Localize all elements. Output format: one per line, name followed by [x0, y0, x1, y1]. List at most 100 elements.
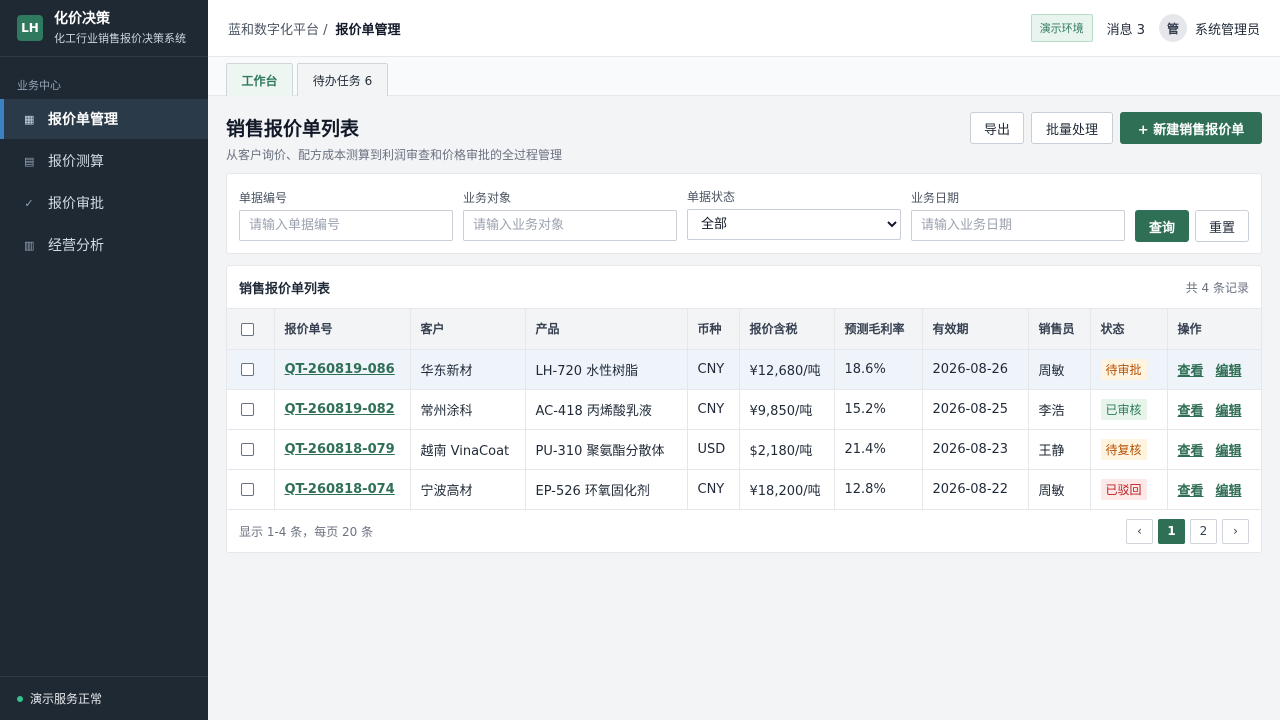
select-all-checkbox[interactable] [241, 322, 254, 336]
sidebar-item-label: 报价测算 [48, 154, 104, 170]
filter-status-select[interactable]: 全部 [687, 209, 901, 240]
margin-cell: 12.8% [834, 469, 923, 510]
batch-button[interactable]: 批量处理 [1031, 112, 1113, 144]
salesperson-cell: 周敏 [1028, 469, 1091, 510]
product-cell: EP-526 环氧固化剂 [525, 469, 688, 510]
quote-table: 报价单号 客户 产品 币种 报价含税 预测毛利率 有效期 销售员 状态 操作 Q… [227, 309, 1261, 510]
brand-subtitle: 化工行业销售报价决策系统 [54, 31, 186, 45]
reset-button[interactable]: 重置 [1195, 210, 1249, 242]
column-header: 报价单号 [274, 309, 411, 350]
order-no-cell: QT-260819-082 [274, 389, 411, 430]
price-cell: ¥12,680/吨 [739, 349, 835, 390]
view-link[interactable]: 查看 [1178, 364, 1204, 379]
valid-date-cell: 2026-08-26 [922, 349, 1029, 390]
prev-page-button[interactable]: ‹ [1126, 518, 1153, 544]
list-header: 销售报价单列表 共 4 条记录 [227, 266, 1261, 309]
table-row[interactable]: QT-260818-074 宁波高材 EP-526 环氧固化剂 CNY ¥18,… [227, 469, 1261, 510]
query-button[interactable]: 查询 [1135, 210, 1189, 242]
sidebar-item-label: 报价审批 [48, 196, 104, 212]
tab-bar: 工作台 待办任务 6 [208, 57, 1280, 96]
page-button-1[interactable]: 1 [1158, 518, 1185, 544]
margin-cell: 15.2% [834, 389, 923, 430]
sidebar-item-analysis[interactable]: ▥ 经营分析 [0, 225, 208, 265]
view-link[interactable]: 查看 [1178, 444, 1204, 459]
sidebar-item-calc[interactable]: ▤ 报价测算 [0, 141, 208, 181]
list-footer: 显示 1-4 条，每页 20 条 ‹ 1 2 › [227, 510, 1261, 553]
filter-date-label: 业务日期 [911, 191, 960, 205]
order-no-link[interactable]: QT-260818-079 [285, 442, 395, 457]
list-icon: ▤ [24, 154, 35, 168]
tab-todo[interactable]: 待办任务 6 [297, 63, 388, 96]
status-cell: 已驳回 [1090, 469, 1168, 510]
filter-object-label: 业务对象 [463, 191, 512, 205]
view-link[interactable]: 查看 [1178, 484, 1204, 499]
order-no-cell: QT-260818-079 [274, 429, 411, 470]
status-cell: 待审批 [1090, 349, 1168, 390]
row-checkbox[interactable] [241, 402, 254, 416]
row-select-cell [227, 389, 275, 430]
status-badge: 已审核 [1100, 398, 1147, 420]
order-no-cell: QT-260818-074 [274, 469, 411, 510]
table-row[interactable]: QT-260819-082 常州涂科 AC-418 丙烯酸乳液 CNY ¥9,8… [227, 389, 1261, 430]
pagination: ‹ 1 2 › [1121, 518, 1249, 544]
table-row[interactable]: QT-260818-079 越南 VinaCoat PU-310 聚氨酯分散体 … [227, 429, 1261, 470]
create-quote-button[interactable]: + 新建销售报价单 [1120, 112, 1262, 144]
currency-cell: CNY [687, 469, 740, 510]
status-cell: 已审核 [1090, 389, 1168, 430]
breadcrumb-root[interactable]: 蓝和数字化平台 / [228, 19, 328, 38]
valid-date-cell: 2026-08-22 [922, 469, 1029, 510]
filter-no-input[interactable] [239, 210, 453, 241]
sidebar-item-label: 报价单管理 [48, 112, 118, 128]
column-header: 币种 [687, 309, 740, 350]
row-checkbox[interactable] [241, 442, 254, 456]
view-link[interactable]: 查看 [1178, 404, 1204, 419]
price-cell: ¥18,200/吨 [739, 469, 835, 510]
column-header: 操作 [1167, 309, 1261, 350]
row-checkbox[interactable] [241, 362, 254, 376]
currency-cell: CNY [687, 349, 740, 390]
product-cell: LH-720 水性树脂 [525, 349, 688, 390]
column-header: 状态 [1090, 309, 1168, 350]
sidebar-item-approval[interactable]: ✓ 报价审批 [0, 183, 208, 223]
customer-cell: 宁波高材 [410, 469, 526, 510]
sidebar-item-quotes[interactable]: ▦ 报价单管理 [0, 99, 208, 139]
valid-date-cell: 2026-08-25 [922, 389, 1029, 430]
edit-link[interactable]: 编辑 [1216, 444, 1242, 459]
page-button-2[interactable]: 2 [1190, 518, 1217, 544]
messages-link[interactable]: 消息 3 [1107, 19, 1145, 38]
list-title: 销售报价单列表 [239, 281, 331, 297]
tab-workbench[interactable]: 工作台 [226, 63, 293, 96]
edit-link[interactable]: 编辑 [1216, 404, 1242, 419]
order-no-link[interactable]: QT-260819-082 [285, 402, 395, 417]
order-no-link[interactable]: QT-260818-074 [285, 482, 395, 497]
topbar: 蓝和数字化平台 / 报价单管理 演示环境 消息 3 管 系统管理员 [208, 0, 1280, 57]
next-page-button[interactable]: › [1222, 518, 1249, 544]
table-row[interactable]: QT-260819-086 华东新材 LH-720 水性树脂 CNY ¥12,6… [227, 349, 1261, 390]
brand: LH 化价决策 化工行业销售报价决策系统 [0, 0, 208, 57]
status-badge: 已驳回 [1100, 478, 1147, 500]
edit-link[interactable]: 编辑 [1216, 484, 1242, 499]
user-name[interactable]: 系统管理员 [1195, 19, 1260, 38]
customer-cell: 越南 VinaCoat [410, 429, 526, 470]
export-button[interactable]: 导出 [970, 112, 1024, 144]
order-no-cell: QT-260819-086 [274, 349, 411, 390]
actions-cell: 查看 编辑 [1167, 389, 1261, 430]
sidebar: LH 化价决策 化工行业销售报价决策系统 业务中心 ▦ 报价单管理 ▤ 报价测算… [0, 0, 208, 720]
breadcrumb-current: 报价单管理 [335, 22, 401, 38]
margin-cell: 18.6% [834, 349, 923, 390]
row-checkbox[interactable] [241, 482, 254, 496]
status-badge: 待复核 [1100, 438, 1147, 460]
filter-date-input[interactable] [911, 210, 1125, 241]
record-count: 共 4 条记录 [1185, 280, 1249, 295]
edit-link[interactable]: 编辑 [1216, 364, 1242, 379]
order-no-link[interactable]: QT-260819-086 [285, 362, 395, 377]
row-select-cell [227, 349, 275, 390]
currency-cell: USD [687, 429, 740, 470]
row-select-cell [227, 469, 275, 510]
salesperson-cell: 李浩 [1028, 389, 1091, 430]
column-header: 产品 [525, 309, 688, 350]
filter-object-input[interactable] [463, 210, 677, 241]
column-header: 有效期 [922, 309, 1029, 350]
avatar[interactable]: 管 [1158, 14, 1187, 42]
valid-date-cell: 2026-08-23 [922, 429, 1029, 470]
